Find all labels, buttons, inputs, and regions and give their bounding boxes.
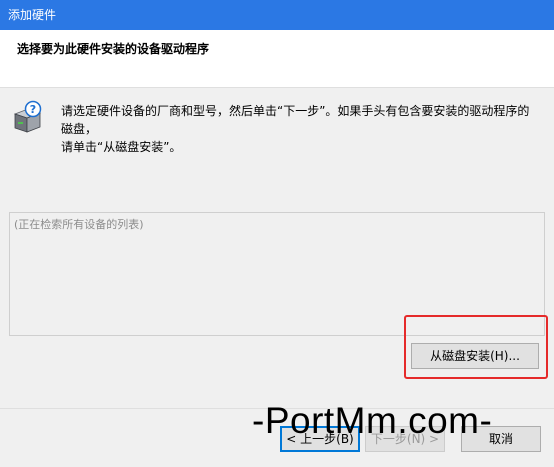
window-title: 添加硬件 <box>8 8 57 22</box>
window-titlebar: 添加硬件 <box>0 0 554 30</box>
watermark-text: -PortMm.com- <box>252 400 493 441</box>
svg-text:?: ? <box>30 103 36 116</box>
have-disk-button[interactable]: 从磁盘安装(H)... <box>411 343 539 369</box>
page-title: 选择要为此硬件安装的设备驱动程序 <box>17 42 210 56</box>
hardware-device-question-icon: ? <box>13 100 42 133</box>
list-loading-status: (正在检索所有设备的列表) <box>14 218 144 231</box>
wizard-header: 选择要为此硬件安装的设备驱动程序 <box>0 30 554 88</box>
instruction-text: 请选定硬件设备的厂商和型号，然后单击“下一步”。如果手头有包含要安装的驱动程序的… <box>61 102 541 156</box>
instruction-line-1: 请选定硬件设备的厂商和型号，然后单击“下一步”。如果手头有包含要安装的驱动程序的… <box>61 104 530 136</box>
instruction-line-2: 请单击“从磁盘安装”。 <box>61 140 182 154</box>
